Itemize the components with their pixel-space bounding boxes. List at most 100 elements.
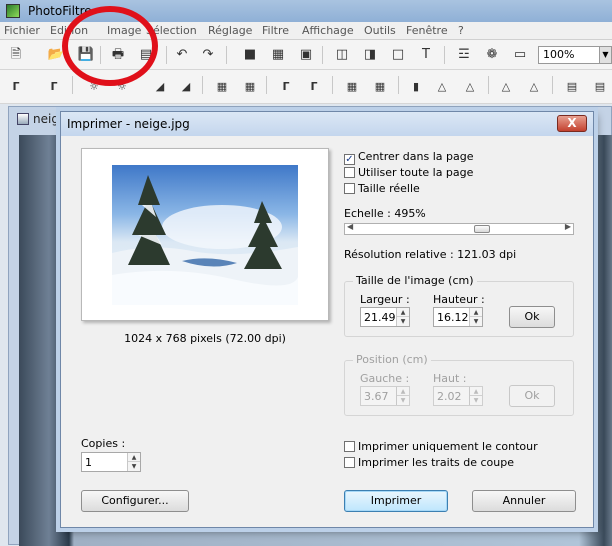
copies-stepper[interactable]: 1 ▲ ▼ bbox=[81, 452, 141, 472]
left-label: Gauche : bbox=[360, 372, 410, 385]
toolbar-separator bbox=[72, 76, 73, 94]
image-dimensions: 1024 x 768 pixels (72.00 dpi) bbox=[124, 332, 286, 345]
actual-size-checkbox[interactable]: Taille réelle bbox=[344, 182, 420, 195]
saturation-minus-icon[interactable]: ▦ bbox=[212, 77, 232, 97]
chevron-down-icon[interactable]: ▼ bbox=[128, 462, 140, 471]
gamma-minus-icon[interactable]: Γ bbox=[276, 77, 296, 97]
auto-levels-icon[interactable]: Γ bbox=[6, 77, 26, 97]
triangle-double-icon[interactable]: △ bbox=[524, 77, 544, 97]
window-tile-icon[interactable]: ▤ bbox=[562, 77, 582, 97]
chevron-down-icon[interactable]: ▼ bbox=[397, 396, 409, 405]
width-stepper[interactable]: 21.49 ▲ ▼ bbox=[360, 307, 410, 327]
relative-resolution: Résolution relative : 121.03 dpi bbox=[344, 248, 517, 261]
scale-slider[interactable]: ◀ ▶ bbox=[344, 222, 574, 235]
snow-landscape-image bbox=[112, 175, 298, 305]
preview-image bbox=[112, 165, 298, 305]
dialog-title: Imprimer - neige.jpg bbox=[67, 117, 190, 131]
copies-label: Copies : bbox=[81, 437, 126, 450]
gray-square-icon[interactable]: ■ bbox=[240, 45, 260, 65]
toolbar-separator bbox=[226, 46, 227, 64]
menu-reglage[interactable]: Réglage bbox=[208, 24, 252, 37]
chevron-down-icon[interactable]: ▼ bbox=[600, 46, 612, 64]
filter-grid-icon[interactable]: ▦ bbox=[342, 77, 362, 97]
checkmark-icon: ✓ bbox=[344, 154, 355, 165]
print-dialog: Imprimer - neige.jpg X 1024 x 768 pixels… bbox=[60, 111, 594, 528]
chevron-up-icon[interactable]: ▲ bbox=[470, 308, 482, 317]
window-icon[interactable]: ▭ bbox=[510, 45, 530, 65]
tree-structure-icon[interactable]: ☲ bbox=[454, 45, 474, 65]
cancel-button[interactable]: Annuler bbox=[472, 490, 576, 512]
drop-icon[interactable]: △ bbox=[432, 77, 452, 97]
blur-icon[interactable]: ▮ bbox=[406, 77, 426, 97]
image-file-icon bbox=[17, 113, 29, 125]
left-stepper[interactable]: 3.67 ▲ ▼ bbox=[360, 386, 410, 406]
scroll-left-icon[interactable]: ◀ bbox=[347, 222, 353, 231]
toolbar-separator bbox=[398, 76, 399, 94]
toolbar-separator bbox=[202, 76, 203, 94]
size-ok-button[interactable]: Ok bbox=[509, 306, 555, 328]
width-label: Largeur : bbox=[360, 293, 410, 306]
menu-fenetre[interactable]: Fenêtre bbox=[406, 24, 448, 37]
copy-image-icon[interactable]: ◫ bbox=[332, 45, 352, 65]
chevron-up-icon[interactable]: ▲ bbox=[397, 387, 409, 396]
toolbar-separator bbox=[166, 46, 167, 64]
paste-image-icon[interactable]: ◨ bbox=[360, 45, 380, 65]
position-ok-button[interactable]: Ok bbox=[509, 385, 555, 407]
undo-icon[interactable]: ↶ bbox=[172, 45, 192, 65]
gamma-plus-icon[interactable]: Γ bbox=[304, 77, 324, 97]
toolbar-separator bbox=[322, 46, 323, 64]
chevron-up-icon[interactable]: ▲ bbox=[128, 453, 140, 462]
plugin-icon[interactable]: ❁ bbox=[482, 45, 502, 65]
height-stepper[interactable]: 16.12 ▲ ▼ bbox=[433, 307, 483, 327]
toolbar-separator bbox=[266, 76, 267, 94]
menu-affichage[interactable]: Affichage bbox=[302, 24, 354, 37]
slider-thumb[interactable] bbox=[473, 225, 490, 233]
image-size-group: Taille de l'image (cm) Largeur : Hauteur… bbox=[344, 274, 574, 337]
position-group: Position (cm) Gauche : Haut : 3.67 ▲ ▼ 2.… bbox=[344, 353, 574, 416]
image-size-title: Taille de l'image (cm) bbox=[353, 274, 477, 287]
sharpen-icon[interactable]: △ bbox=[460, 77, 480, 97]
annotation-circle bbox=[62, 6, 158, 86]
menu-fichier[interactable]: Fichier bbox=[4, 24, 40, 37]
contrast-plus-icon[interactable]: ◢ bbox=[176, 77, 196, 97]
saturation-plus-icon[interactable]: ▦ bbox=[240, 77, 260, 97]
contrast-minus-icon[interactable]: ◢ bbox=[150, 77, 170, 97]
select-rect-icon[interactable]: □ bbox=[388, 45, 408, 65]
position-title: Position (cm) bbox=[353, 353, 431, 366]
top-stepper[interactable]: 2.02 ▲ ▼ bbox=[433, 386, 483, 406]
zoom-select[interactable]: 100% bbox=[538, 46, 600, 64]
toolbar-separator bbox=[552, 76, 553, 94]
chevron-down-icon[interactable]: ▼ bbox=[470, 396, 482, 405]
height-label: Hauteur : bbox=[433, 293, 485, 306]
center-page-checkbox[interactable]: ✓ Centrer dans la page bbox=[344, 150, 474, 165]
menu-filtre[interactable]: Filtre bbox=[262, 24, 289, 37]
filter-grid-color-icon[interactable]: ▦ bbox=[370, 77, 390, 97]
window-cascade-icon[interactable]: ▤ bbox=[590, 77, 610, 97]
toolbar-separator bbox=[444, 46, 445, 64]
menu-outils[interactable]: Outils bbox=[364, 24, 396, 37]
print-cutmarks-checkbox[interactable]: Imprimer les traits de coupe bbox=[344, 456, 514, 469]
fit-page-checkbox[interactable]: Utiliser toute la page bbox=[344, 166, 473, 179]
triangle-icon[interactable]: △ bbox=[496, 77, 516, 97]
print-preview bbox=[81, 148, 329, 321]
configure-button[interactable]: Configurer... bbox=[81, 490, 189, 512]
redo-icon[interactable]: ↷ bbox=[198, 45, 218, 65]
menu-help[interactable]: ? bbox=[458, 24, 464, 37]
chevron-down-icon[interactable]: ▼ bbox=[397, 317, 409, 326]
chevron-down-icon[interactable]: ▼ bbox=[470, 317, 482, 326]
new-file-icon[interactable]: 🗎 bbox=[6, 45, 26, 65]
dialog-title-bar[interactable]: Imprimer - neige.jpg X bbox=[61, 112, 593, 136]
toolbar-separator bbox=[488, 76, 489, 94]
print-button[interactable]: Imprimer bbox=[344, 490, 448, 512]
chevron-up-icon[interactable]: ▲ bbox=[397, 308, 409, 317]
scroll-right-icon[interactable]: ▶ bbox=[565, 222, 571, 231]
close-button[interactable]: X bbox=[557, 115, 587, 132]
color-palette-icon[interactable]: ▦ bbox=[268, 45, 288, 65]
image-frame-icon[interactable]: ▣ bbox=[296, 45, 316, 65]
auto-contrast-icon[interactable]: Γ bbox=[44, 77, 64, 97]
scale-label: Echelle : 495% bbox=[344, 207, 426, 220]
chevron-up-icon[interactable]: ▲ bbox=[470, 387, 482, 396]
text-icon[interactable]: T bbox=[416, 45, 436, 65]
app-logo-icon bbox=[6, 4, 20, 18]
print-outline-checkbox[interactable]: Imprimer uniquement le contour bbox=[344, 440, 538, 453]
